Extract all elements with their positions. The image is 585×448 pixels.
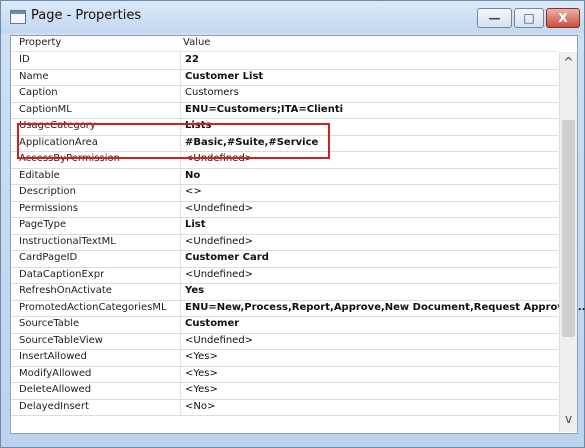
- property-value[interactable]: List: [185, 219, 206, 230]
- property-name: ID: [19, 54, 30, 65]
- property-name: Caption: [19, 87, 58, 98]
- properties-window: Page - Properties — □ X Property Value I…: [0, 0, 585, 448]
- column-divider: [180, 365, 181, 382]
- column-divider: [180, 217, 181, 234]
- property-name: SourceTable: [19, 318, 80, 329]
- table-row[interactable]: ID 22: [11, 52, 558, 70]
- maximize-icon: □: [523, 11, 535, 25]
- property-value[interactable]: <>: [185, 186, 202, 197]
- table-row[interactable]: Description <>: [11, 184, 558, 202]
- property-name: DataCaptionExpr: [19, 268, 105, 280]
- column-divider: [180, 283, 181, 300]
- property-name: RefreshOnActivate: [19, 285, 112, 296]
- property-name: Editable: [19, 169, 60, 181]
- column-divider: [180, 250, 181, 267]
- property-name: ModifyAllowed: [19, 367, 92, 379]
- table-row[interactable]: CardPageID Customer Card: [11, 250, 558, 268]
- title-bar[interactable]: Page - Properties — □ X: [1, 1, 584, 33]
- property-value[interactable]: ENU=New,Process,Report,Approve,New Docum…: [185, 302, 585, 313]
- property-name: Permissions: [19, 202, 79, 214]
- property-value[interactable]: <Yes>: [185, 351, 218, 362]
- property-value[interactable]: <Yes>: [185, 368, 218, 379]
- value-column-header: Value: [183, 37, 211, 48]
- property-name: CardPageID: [19, 252, 78, 263]
- column-divider: [180, 382, 181, 399]
- table-row[interactable]: SourceTable Customer: [11, 316, 558, 334]
- property-name: SourceTableView: [19, 334, 103, 346]
- minimize-button[interactable]: —: [477, 8, 512, 28]
- column-divider: [180, 299, 181, 316]
- table-row[interactable]: Caption Customers: [11, 85, 558, 103]
- property-value[interactable]: <Undefined>: [185, 335, 253, 346]
- scroll-down-arrow[interactable]: v: [560, 412, 577, 430]
- scroll-thumb[interactable]: [562, 120, 575, 337]
- property-name: CaptionML: [19, 103, 72, 115]
- property-value[interactable]: <Yes>: [185, 384, 218, 395]
- vertical-scrollbar[interactable]: ^ v: [559, 52, 577, 432]
- property-name: DelayedInsert: [19, 400, 89, 412]
- table-row[interactable]: Name Customer List: [11, 68, 558, 86]
- property-value[interactable]: Customer: [185, 318, 239, 329]
- table-row[interactable]: PromotedActionCategoriesML ENU=New,Proces…: [11, 299, 585, 317]
- column-divider: [180, 316, 181, 333]
- property-value[interactable]: Customer List: [185, 71, 263, 82]
- column-divider: [180, 233, 181, 250]
- column-divider: [180, 68, 181, 85]
- table-row[interactable]: DataCaptionExpr <Undefined>: [11, 266, 558, 284]
- column-divider: [180, 167, 181, 184]
- property-value[interactable]: Customers: [185, 87, 239, 98]
- scroll-up-arrow[interactable]: ^: [560, 55, 577, 73]
- table-row[interactable]: RefreshOnActivate Yes: [11, 283, 558, 301]
- column-divider: [180, 52, 181, 69]
- column-divider: [180, 332, 181, 349]
- column-divider: [180, 398, 181, 415]
- column-divider: [180, 184, 181, 201]
- column-divider: [180, 349, 181, 366]
- table-row[interactable]: ModifyAllowed <Yes>: [11, 365, 558, 383]
- table-row[interactable]: CaptionML ENU=Customers;ITA=Clienti: [11, 101, 558, 119]
- table-row[interactable]: InsertAllowed <Yes>: [11, 349, 558, 367]
- table-row[interactable]: DelayedInsert <No>: [11, 398, 558, 416]
- property-value[interactable]: <Undefined>: [185, 203, 253, 214]
- property-name: InstructionalTextML: [19, 235, 116, 247]
- column-divider: [180, 85, 181, 102]
- property-value[interactable]: <No>: [185, 401, 215, 412]
- table-row[interactable]: InstructionalTextML <Undefined>: [11, 233, 558, 251]
- property-name: PageType: [19, 219, 67, 230]
- property-value[interactable]: Yes: [185, 285, 204, 296]
- window-icon: [10, 10, 26, 24]
- property-value[interactable]: <Undefined>: [185, 236, 253, 247]
- column-divider: [180, 266, 181, 283]
- property-value[interactable]: 22: [185, 54, 554, 65]
- property-name: PromotedActionCategoriesML: [19, 301, 167, 313]
- property-name: DeleteAllowed: [19, 384, 92, 395]
- table-row[interactable]: SourceTableView <Undefined>: [11, 332, 558, 350]
- close-icon: X: [558, 11, 568, 25]
- maximize-button[interactable]: □: [514, 8, 544, 28]
- property-value[interactable]: <Undefined>: [185, 269, 253, 280]
- minimize-icon: —: [488, 11, 501, 25]
- table-row[interactable]: Permissions <Undefined>: [11, 200, 558, 218]
- table-row[interactable]: Editable No: [11, 167, 558, 185]
- window-title: Page - Properties: [31, 8, 142, 23]
- property-value[interactable]: No: [185, 170, 200, 181]
- grid-header: Property Value: [11, 36, 558, 52]
- property-name: Name: [19, 70, 49, 82]
- table-row[interactable]: PageType List: [11, 217, 558, 235]
- property-value[interactable]: Customer Card: [185, 252, 269, 263]
- column-divider: [180, 200, 181, 217]
- properties-grid: Property Value ID 22 Name Customer List Capt…: [10, 35, 585, 434]
- column-divider: [180, 101, 181, 118]
- close-button[interactable]: X: [546, 8, 580, 28]
- property-value[interactable]: ENU=Customers;ITA=Clienti: [185, 104, 343, 115]
- property-name: InsertAllowed: [19, 351, 87, 362]
- property-column-header: Property: [19, 37, 62, 48]
- property-name: Description: [19, 186, 76, 197]
- table-row[interactable]: DeleteAllowed <Yes>: [11, 382, 558, 400]
- annotation-highlight-box: [17, 123, 330, 159]
